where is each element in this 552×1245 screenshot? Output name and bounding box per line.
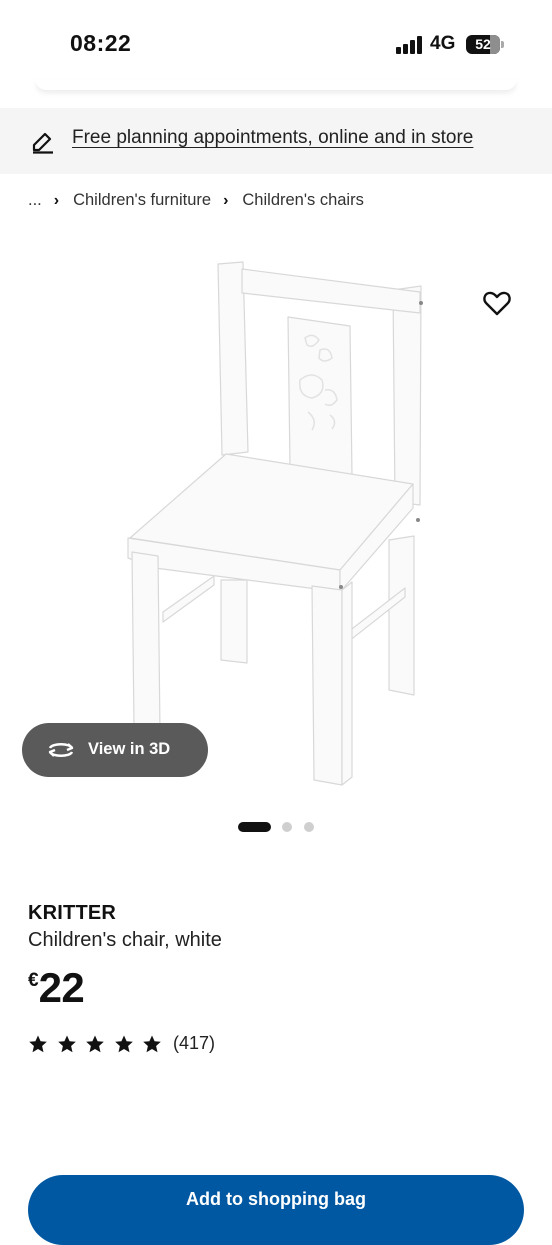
star-icon	[86, 1035, 104, 1052]
network-type: 4G	[430, 33, 456, 54]
carousel-dot[interactable]	[304, 822, 314, 832]
view-in-3d-button[interactable]: View in 3D	[22, 723, 208, 777]
breadcrumb: ... › Children's furniture › Children's …	[28, 191, 364, 210]
promo-banner[interactable]: Free planning appointments, online and i…	[0, 108, 552, 174]
rotate-3d-icon	[48, 743, 74, 757]
breadcrumb-item-more[interactable]: ...	[28, 191, 42, 210]
promo-link[interactable]: Free planning appointments, online and i…	[72, 127, 473, 149]
product-price: € 22	[28, 964, 85, 1012]
review-count[interactable]: (417)	[173, 1033, 215, 1054]
battery-level: 52	[475, 36, 491, 52]
carousel-dot[interactable]	[282, 822, 292, 832]
breadcrumb-item-childrens-furniture[interactable]: Children's furniture	[73, 191, 211, 210]
signal-bars-icon	[396, 36, 424, 54]
breadcrumb-item-childrens-chairs[interactable]: Children's chairs	[242, 191, 363, 210]
status-time: 08:22	[70, 30, 132, 56]
product-name: KRITTER	[28, 902, 117, 924]
price-currency: €	[28, 970, 39, 991]
star-icon	[29, 1035, 47, 1052]
battery-icon: 52	[466, 35, 500, 54]
battery-tip	[501, 41, 504, 48]
chevron-right-icon: ›	[223, 191, 229, 209]
price-value: 22	[38, 964, 85, 1011]
add-to-bag-label: Add to shopping bag	[186, 1189, 366, 1209]
star-icon	[114, 1035, 133, 1052]
star-icon	[57, 1035, 76, 1052]
carousel-dot-active[interactable]	[238, 822, 271, 832]
product-rating[interactable]: (417)	[28, 1033, 215, 1054]
header-bar-edge	[36, 80, 516, 90]
star-icon	[143, 1035, 162, 1052]
status-bar: 08:22 4G 52	[0, 0, 552, 88]
view-in-3d-label: View in 3D	[88, 740, 171, 758]
product-description: Children's chair, white	[28, 929, 222, 951]
heart-icon[interactable]	[482, 288, 512, 318]
add-to-bag-button[interactable]: Add to shopping bag	[28, 1175, 524, 1245]
pencil-icon	[32, 132, 53, 154]
chevron-right-icon: ›	[53, 191, 60, 209]
